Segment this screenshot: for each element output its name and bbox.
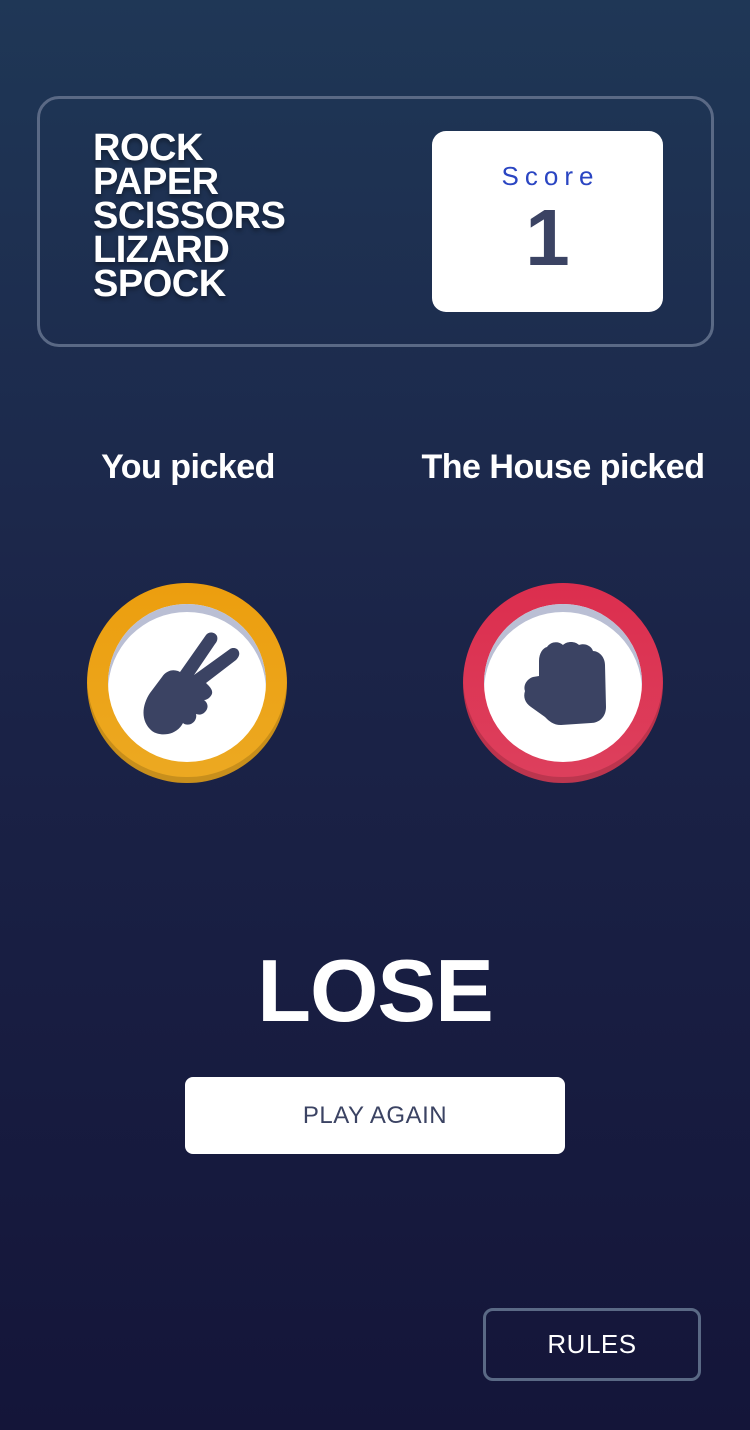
house-choice-chip [463, 583, 663, 783]
title-line-lizard: LIZARD [93, 229, 230, 271]
scissors-icon [143, 632, 240, 735]
player-choice-inner [108, 604, 266, 762]
rules-button[interactable]: RULES [483, 1308, 701, 1381]
title-line-paper: PAPER [93, 161, 219, 203]
title-line-rock: ROCK [93, 127, 203, 169]
result-text: LOSE [257, 941, 494, 1040]
title-line-spock: SPOCK [93, 263, 226, 305]
house-choice-inner [484, 604, 642, 762]
you-picked-label: You picked [101, 448, 275, 486]
score-label: Score [501, 161, 600, 191]
play-again-button[interactable]: PLAY AGAIN [185, 1077, 565, 1154]
house-picked-label: The House picked [421, 448, 705, 486]
score-value: 1 [525, 193, 570, 282]
player-choice-chip [87, 583, 287, 783]
rock-icon [524, 642, 606, 725]
header-panel: ROCK PAPER SCISSORS LIZARD SPOCK Score 1 [37, 96, 714, 347]
title-line-scissors: SCISSORS [93, 195, 286, 237]
score-box: Score 1 [432, 131, 663, 312]
game-title: ROCK PAPER SCISSORS LIZARD SPOCK [93, 127, 286, 305]
